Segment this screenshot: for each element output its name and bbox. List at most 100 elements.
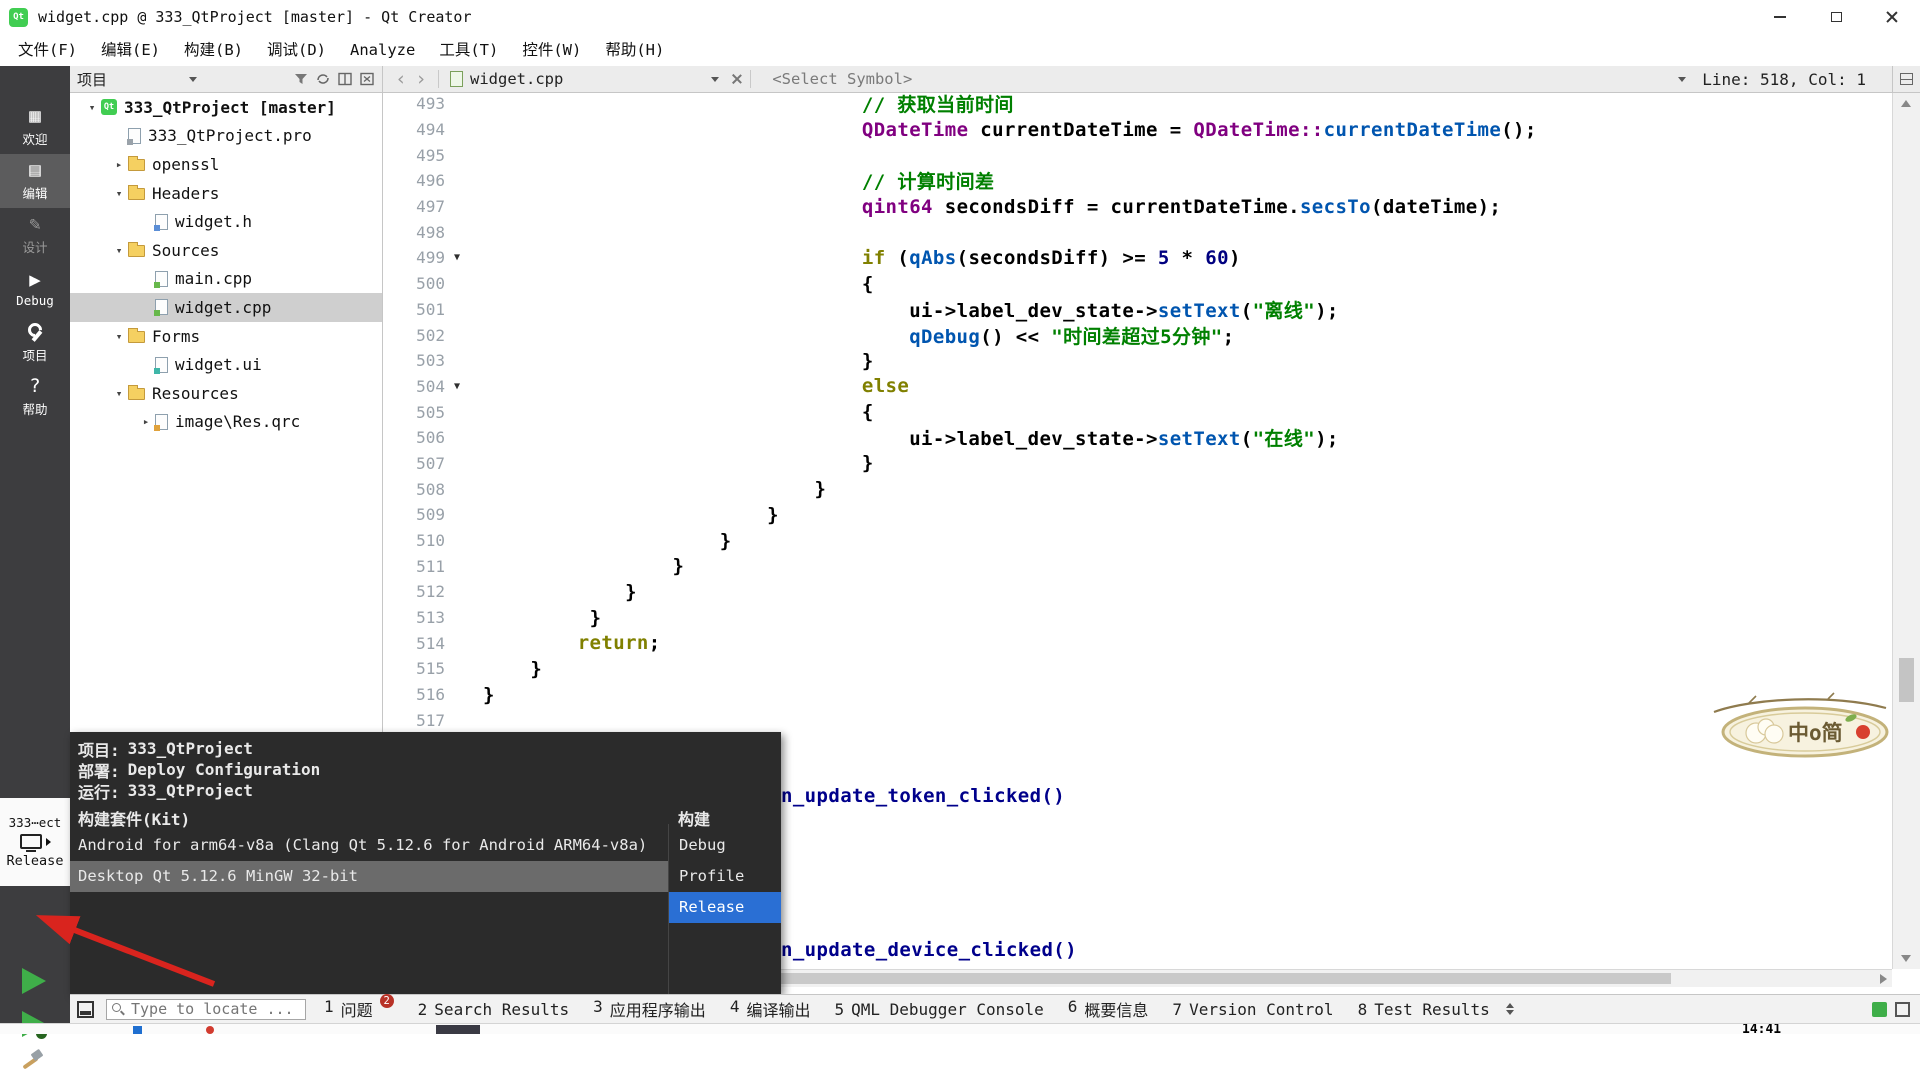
output-pane-button[interactable]: 4 编译输出 <box>730 997 811 1021</box>
build-config-option[interactable]: Profile <box>669 861 781 892</box>
mode-item-设计[interactable]: ✎ 设计 <box>0 208 70 262</box>
menu-item[interactable]: 控件(W) <box>510 34 593 66</box>
line-number: 500 <box>416 274 445 294</box>
tree-item[interactable]: ▾ Forms <box>70 322 382 351</box>
tree-item[interactable]: ▾ Resources <box>70 379 382 408</box>
document-dropdown-icon[interactable] <box>711 76 720 82</box>
build-config-option[interactable]: Release <box>669 892 781 923</box>
split-view-icon[interactable] <box>337 71 353 87</box>
output-pane-button[interactable]: 1 问题 2 <box>324 994 394 1021</box>
kit-project-label: 333⋯ect <box>8 815 62 830</box>
mode-item-label: 编辑 <box>22 186 48 201</box>
chevron-expanded-icon[interactable]: ▾ <box>83 101 101 114</box>
pane-number: 6 <box>1067 997 1078 1016</box>
code-line: 517 <box>383 708 1892 734</box>
kit-option[interactable]: Android for arm64-v8a (Clang Qt 5.12.6 f… <box>70 830 668 861</box>
vertical-scrollbar-thumb[interactable] <box>1899 658 1914 702</box>
line-number: 493 <box>416 94 445 114</box>
build-config-option[interactable]: Debug <box>669 830 781 861</box>
status-window-icon[interactable] <box>1895 1001 1910 1017</box>
menu-item[interactable]: 构建(B) <box>172 34 255 66</box>
filter-icon[interactable] <box>293 71 309 87</box>
info-value: 333_QtProject <box>127 781 253 800</box>
kit-config-label: Release <box>6 853 64 869</box>
symbol-dropdown-icon[interactable] <box>1678 76 1687 82</box>
mode-item-欢迎[interactable]: ▦ 欢迎 <box>0 100 70 154</box>
fold-marker-icon[interactable]: ▼ <box>445 381 469 392</box>
output-pane-button[interactable]: 7 Version Control <box>1172 1000 1333 1019</box>
code-text: else <box>861 375 910 398</box>
chevron-expanded-icon[interactable]: ▾ <box>110 187 128 200</box>
output-pane-button[interactable]: 5 QML Debugger Console <box>834 1000 1043 1019</box>
chevron-expanded-icon[interactable]: ▾ <box>110 244 128 257</box>
line-number: 517 <box>416 710 445 730</box>
tree-item[interactable]: 333_QtProject.pro <box>70 122 382 151</box>
tree-item[interactable]: ▾ 333_QtProject [master] <box>70 93 382 122</box>
taskbar-app-icon[interactable] <box>133 1026 142 1034</box>
kit-selector-button[interactable]: 333⋯ect Release <box>0 798 70 886</box>
line-number: 510 <box>416 531 445 551</box>
code-text: ui->label_dev_state->setText("离线"); <box>909 299 1339 322</box>
code-line: 515 } <box>383 656 1892 682</box>
tree-item[interactable]: widget.h <box>70 207 382 236</box>
chevron-down-icon[interactable] <box>189 76 197 82</box>
chevron-collapsed-icon[interactable]: ▸ <box>110 158 128 171</box>
build-hammer-button[interactable] <box>20 1048 46 1072</box>
menu-item[interactable]: 文件(F) <box>6 34 89 66</box>
tree-item[interactable]: ▸ openssl <box>70 150 382 179</box>
tree-item[interactable]: main.cpp <box>70 265 382 294</box>
maximize-button[interactable] <box>1808 0 1864 34</box>
output-pane-button[interactable]: 2 Search Results <box>418 1000 570 1019</box>
code-line: 511 } <box>383 553 1892 579</box>
output-pane-button[interactable]: 8 Test Results <box>1358 1000 1490 1019</box>
menu-item[interactable]: Analyze <box>338 34 427 66</box>
sync-with-editor-icon[interactable] <box>315 71 331 87</box>
close-document-icon[interactable] <box>731 73 743 85</box>
mode-item-帮助[interactable]: ? 帮助 <box>0 370 70 424</box>
tree-item[interactable]: ▾ Sources <box>70 236 382 265</box>
pane-expand-icons[interactable] <box>1505 1003 1514 1015</box>
output-pane-button[interactable]: 6 概要信息 <box>1068 997 1149 1021</box>
line-number: 494 <box>416 120 445 140</box>
menu-item[interactable]: 调试(D) <box>255 34 338 66</box>
tree-item[interactable]: ▾ Headers <box>70 179 382 208</box>
code-line: 494 QDateTime currentDateTime = QDateTim… <box>383 117 1892 143</box>
menu-item[interactable]: 编辑(E) <box>89 34 172 66</box>
mode-item-Debug[interactable]: ▶ Debug <box>0 262 70 316</box>
top-toolbar: 项目 ‹ › widget.cpp <Select Symbol> Line: … <box>70 66 1920 93</box>
vertical-scrollbar[interactable] <box>1892 93 1920 969</box>
close-pane-icon[interactable] <box>359 71 375 87</box>
menu-item[interactable]: 工具(T) <box>427 34 510 66</box>
status-green-icon[interactable] <box>1872 1001 1887 1017</box>
fold-marker-icon[interactable]: ▼ <box>445 252 469 263</box>
code-text: } <box>814 478 827 501</box>
tree-item[interactable]: ▸ image\Res.qrc <box>70 408 382 437</box>
minimize-button[interactable] <box>1752 0 1808 34</box>
taskbar-notification-icon[interactable] <box>206 1026 214 1034</box>
chevron-expanded-icon[interactable]: ▾ <box>110 330 128 343</box>
function-declaration-fragment: n_update_token_clicked() <box>781 784 1066 807</box>
symbol-combo[interactable]: <Select Symbol> <box>772 70 912 88</box>
mode-item-项目[interactable]: 项目 <box>0 316 70 370</box>
back-icon[interactable]: ‹ <box>391 67 411 91</box>
scroll-right-icon[interactable] <box>1880 974 1887 984</box>
split-editor-icon[interactable] <box>1900 73 1913 85</box>
mode-item-编辑[interactable]: ▤ 编辑 <box>0 154 70 208</box>
code-text: } <box>719 529 732 552</box>
horizontal-scrollbar-thumb[interactable] <box>781 973 1671 984</box>
menu-item[interactable]: 帮助(H) <box>593 34 676 66</box>
tree-item[interactable]: widget.ui <box>70 350 382 379</box>
tree-item[interactable]: widget.cpp <box>70 293 382 322</box>
scroll-down-icon[interactable] <box>1901 955 1911 962</box>
output-pane-button[interactable]: 3 应用程序输出 <box>593 997 706 1021</box>
open-document-tab[interactable]: widget.cpp <box>470 70 563 88</box>
project-pane-combo[interactable]: 项目 <box>77 69 107 90</box>
close-button[interactable] <box>1864 0 1920 34</box>
scroll-up-icon[interactable] <box>1901 100 1911 107</box>
header-file-icon <box>154 213 168 231</box>
forward-icon[interactable]: › <box>411 67 431 91</box>
code-text: { <box>861 401 874 424</box>
chevron-collapsed-icon[interactable]: ▸ <box>137 415 155 428</box>
taskbar-active-app-icon[interactable] <box>436 1025 480 1034</box>
chevron-expanded-icon[interactable]: ▾ <box>110 387 128 400</box>
